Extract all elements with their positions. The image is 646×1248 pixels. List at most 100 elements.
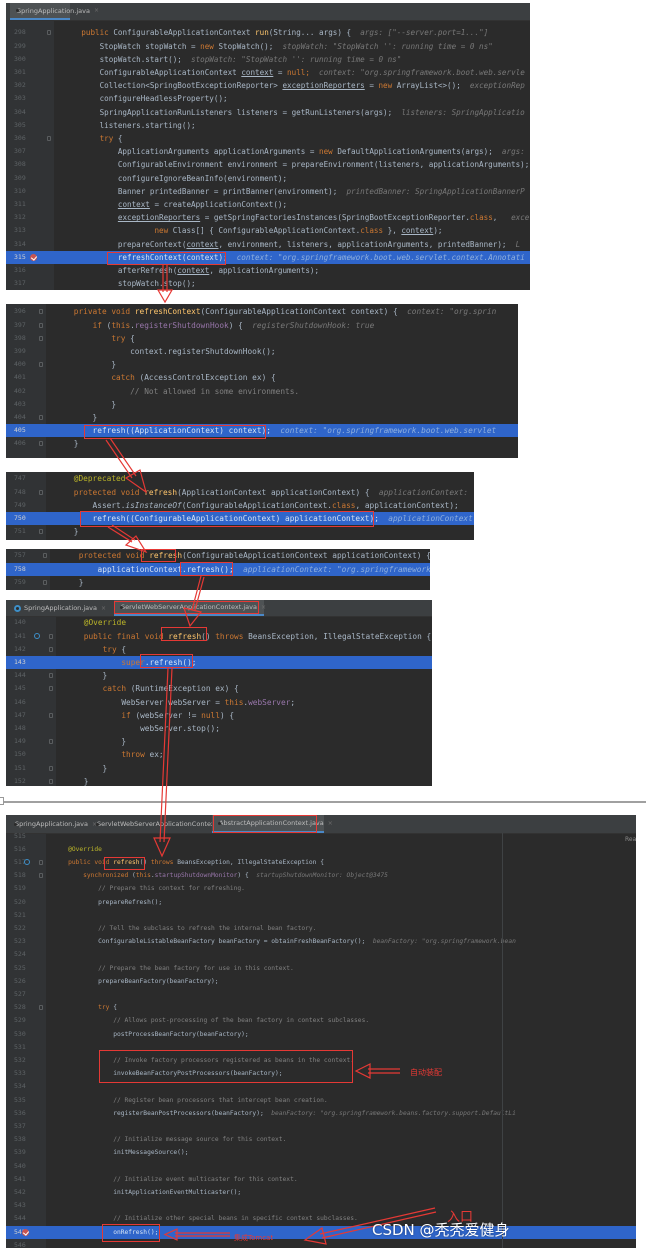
invoke-bean-factory-box (99, 1050, 353, 1083)
code-text: prepareBeanFactory(beanFactory); (53, 975, 218, 988)
close-tab-icon[interactable]: × (261, 604, 266, 611)
code-text: } (55, 398, 116, 411)
code-text: exceptionReporters = getSpringFactoriesI… (63, 211, 530, 224)
code-line: 398 try { (6, 332, 518, 345)
code-line: 517 public void refresh() throws BeansEx… (6, 856, 636, 869)
code-comment: // Prepare this context for refreshing. (98, 885, 245, 893)
code-line: 544 // Initialize other special beans in… (6, 1212, 636, 1225)
close-tab-icon[interactable]: × (328, 820, 333, 827)
code-line: 152 } (6, 775, 432, 786)
code-text: private void refreshContext(Configurable… (55, 305, 496, 318)
code-comment: // Initialize other special beans in spe… (113, 1215, 358, 1223)
fold-marker-icon[interactable] (39, 322, 43, 328)
code-text: try { (55, 332, 135, 345)
fold-marker-icon[interactable] (49, 646, 53, 652)
debug-inline-value: context: "org.springframework.boot.web.s… (309, 68, 525, 77)
fold-marker-icon[interactable] (39, 489, 43, 495)
code-token: Class[] { ConfigurableApplicationContext… (172, 226, 361, 236)
fold-marker-icon[interactable] (39, 362, 43, 368)
line-number: 305 (14, 120, 26, 129)
override-marker-icon[interactable] (24, 859, 30, 865)
code-line: 302 Collection<SpringBootExceptionReport… (6, 79, 530, 92)
line-number: 402 (14, 386, 26, 395)
code-token: { (130, 333, 135, 343)
breakpoint-icon[interactable] (22, 1228, 29, 1236)
reader-mode-label[interactable]: Rea (625, 836, 636, 843)
fold-marker-icon[interactable] (43, 579, 47, 585)
line-number: 298 (14, 28, 26, 37)
fold-marker-icon[interactable] (49, 673, 53, 679)
code-token: = createApplicationContext(); (149, 200, 288, 209)
fold-marker-icon[interactable] (39, 1005, 43, 1011)
code-line: 748 protected void refresh(ApplicationCo… (6, 486, 474, 499)
close-tab-icon[interactable]: × (94, 7, 99, 14)
code-token: DefaultApplicationArguments(args); (337, 147, 493, 157)
line-number: 520 (14, 897, 26, 906)
code-line: 519 // Prepare this context for refreshi… (6, 882, 636, 895)
line-number: 403 (14, 399, 26, 408)
code-token: Assert. (55, 500, 126, 510)
fold-marker-icon[interactable] (49, 778, 53, 784)
fold-marker-icon[interactable] (39, 415, 43, 420)
line-number: 538 (14, 1135, 26, 1144)
code-line: 403 } (6, 398, 518, 411)
fold-marker-icon[interactable] (39, 860, 43, 865)
code-text: prepareRefresh(); (53, 896, 162, 909)
fold-marker-icon[interactable] (47, 30, 51, 36)
code-token: (ConfigurableApplicationContext applicat… (182, 551, 430, 561)
code-token: stopWatch.start(); (63, 54, 182, 64)
code-text: public ConfigurableApplicationContext ru… (63, 26, 488, 39)
fold-marker-icon[interactable] (49, 633, 53, 639)
fold-marker-icon[interactable] (39, 441, 43, 447)
editor-tab[interactable]: SpringApplication.java × (10, 600, 112, 616)
code-token: } (55, 360, 117, 370)
editor-tab[interactable]: SpringApplication.java × (10, 3, 99, 20)
fold-marker-icon[interactable] (39, 873, 43, 879)
fold-marker-icon[interactable] (47, 136, 51, 141)
code-line: 313 new Class[] { ConfigurableApplicatio… (6, 224, 530, 237)
override-marker-icon[interactable] (34, 632, 40, 639)
fold-marker-icon[interactable] (49, 686, 53, 692)
breakpoint-icon[interactable] (30, 253, 37, 261)
code-line: 314 prepareContext(context, environment,… (6, 238, 530, 251)
code-token: throws (150, 859, 178, 866)
code-text: throw ex; (65, 748, 163, 761)
editor-panel: 747 @Deprecated 748 protected void refres… (6, 472, 474, 540)
code-text: Banner printedBanner = printBanner(envir… (63, 185, 525, 198)
code-text: initMessageSource(); (53, 1146, 188, 1159)
auto-config-label: 自动装配 (410, 1068, 442, 1077)
code-token: }, (383, 226, 402, 236)
fold-marker-icon[interactable] (39, 335, 43, 341)
fold-marker-icon[interactable] (49, 712, 53, 718)
code-token: (AccessControlException ex) { (139, 373, 276, 383)
line-number: 317 (14, 279, 26, 288)
close-tab-icon[interactable]: × (101, 605, 106, 612)
code-token: ConfigurableApplicationContext (63, 68, 242, 77)
code-text: // Register bean processors that interce… (53, 1094, 327, 1107)
line-number: 303 (14, 94, 26, 103)
fold-marker-icon[interactable] (43, 553, 47, 559)
code-line: 307 ApplicationArguments applicationArgu… (6, 145, 530, 158)
line-number: 398 (14, 333, 26, 342)
fold-marker-icon[interactable] (49, 765, 53, 771)
code-text: if (webServer != null) { (65, 709, 234, 722)
code-token: public final void (83, 631, 169, 641)
debug-inline-value: stopWatch: "StopWatch '': running time =… (273, 41, 493, 51)
line-number: 406 (14, 439, 26, 448)
page-divider (0, 801, 646, 803)
debug-inline-value: exce (501, 213, 530, 223)
fold-marker-icon[interactable] (39, 529, 43, 535)
code-line: 529 // Allows post-processing of the bea… (6, 1014, 636, 1027)
code-token: webServer (248, 697, 291, 707)
fold-marker-icon[interactable] (39, 309, 43, 315)
line-number: 534 (14, 1082, 26, 1091)
line-number: 150 (14, 750, 26, 759)
fold-marker-icon[interactable] (49, 739, 53, 745)
line-number: 536 (14, 1108, 26, 1117)
code-line: 399 context.registerShutdownHook(); (6, 345, 518, 358)
